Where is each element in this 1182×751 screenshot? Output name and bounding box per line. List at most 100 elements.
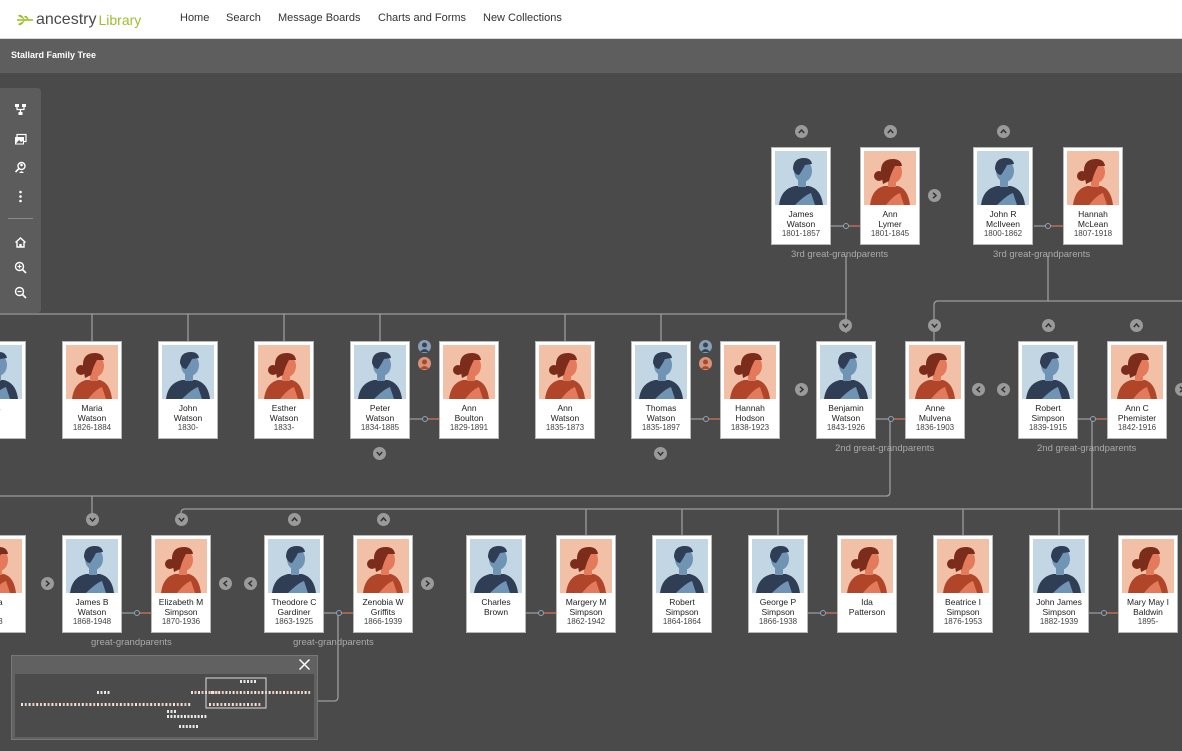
person-card-charles-brown[interactable]: Charles Brown: [466, 535, 526, 633]
person-card-james-watson-1801[interactable]: James Watson 1801-1857: [771, 147, 831, 245]
person-card-ida-patterson[interactable]: Ida Patterson: [837, 535, 897, 633]
nav-search[interactable]: Search: [226, 12, 261, 24]
tree-canvas[interactable]: James Watson 1801-1857 Ann Lymer 1801-1845 J…: [0, 73, 1182, 751]
ancestry-library-logo[interactable]: ancestry Library: [16, 10, 141, 30]
expand-up-button[interactable]: [1042, 319, 1055, 332]
expand-right-button[interactable]: [421, 577, 434, 590]
person-card-anne-mulvena[interactable]: Anne Mulvena 1836-1903: [905, 341, 965, 439]
person-card-theodore-gardiner[interactable]: Theodore C Gardiner 1863-1925: [264, 535, 324, 633]
alternate-spouse-button[interactable]: [699, 340, 712, 353]
nav-new-collections[interactable]: New Collections: [483, 12, 562, 24]
alternate-spouse-button[interactable]: [418, 357, 431, 370]
expand-down-button[interactable]: [175, 513, 188, 526]
more-options-button[interactable]: [11, 187, 29, 205]
person-card-beatrice-simpson[interactable]: Beatrice I Simpson 1876-1953: [933, 535, 993, 633]
minimap-overview: [21, 677, 311, 728]
expand-up-button[interactable]: [997, 125, 1010, 138]
expand-right-button[interactable]: [928, 189, 941, 202]
expand-down-button[interactable]: [654, 447, 667, 460]
expand-up-button[interactable]: [795, 125, 808, 138]
person-card-benjamin-watson[interactable]: Benjamin Watson 1843-1926: [816, 341, 876, 439]
chevron-up-icon: [1045, 322, 1052, 328]
generation-label-3rd: 3rd great-grandparents: [993, 249, 1091, 260]
expand-up-button[interactable]: [1130, 319, 1143, 332]
expand-right-button[interactable]: [1175, 383, 1182, 396]
chevron-down-icon: [376, 451, 383, 457]
expand-down-button[interactable]: [928, 319, 941, 332]
nav-message-boards[interactable]: Message Boards: [278, 12, 361, 24]
person-card-maria-watson[interactable]: Maria Watson 1826-1884: [62, 341, 122, 439]
nav-home[interactable]: Home: [180, 12, 209, 24]
alternate-spouse-button[interactable]: [418, 340, 431, 353]
expand-up-button[interactable]: [288, 513, 301, 526]
expand-left-button[interactable]: [972, 383, 985, 396]
zoom-out-button[interactable]: [11, 283, 29, 301]
person-card-ann-lymer[interactable]: Ann Lymer 1801-1845: [860, 147, 920, 245]
expand-left-button[interactable]: [244, 577, 257, 590]
person-card-hannah-mclean[interactable]: Hannah McLean 1807-1918: [1063, 147, 1123, 245]
home-person-button[interactable]: [11, 233, 29, 251]
person-name: James B Watson: [75, 597, 109, 617]
person-lifespan: 1864-1864: [662, 617, 702, 626]
person-card-ann-boulton[interactable]: Ann Boulton 1829-1891: [439, 341, 499, 439]
minimap-viewport-area[interactable]: [15, 674, 314, 737]
expand-right-button[interactable]: [41, 577, 54, 590]
tree-view-button[interactable]: [11, 100, 29, 118]
tree-minimap[interactable]: [11, 655, 318, 740]
person-card-elizabeth-simpson[interactable]: Elizabeth M Simpson 1870-1936: [151, 535, 211, 633]
person-card-john-watson-1830[interactable]: John Watson 1830-: [158, 341, 218, 439]
zoom-in-button[interactable]: [11, 258, 29, 276]
alternate-spouse-button[interactable]: [699, 357, 712, 370]
person-lifespan: 1826-1884: [72, 423, 112, 432]
person-lifespan: 1895-: [1137, 617, 1159, 626]
generation-label-3rd: 3rd great-grandparents: [791, 249, 889, 260]
person-card-partial-ella[interactable]: ella 873: [0, 535, 26, 633]
chevron-up-icon: [887, 128, 894, 134]
person-lifespan: 1882-1939: [1039, 617, 1079, 626]
person-card-thomas-watson[interactable]: Thomas Watson 1835-1897: [631, 341, 691, 439]
male-avatar-icon: [656, 539, 708, 593]
person-name: Theodore C Gardiner: [271, 597, 317, 617]
person-card-margery-simpson[interactable]: Margery M Simpson 1862-1942: [556, 535, 616, 633]
expand-up-button[interactable]: [377, 513, 390, 526]
person-card-zenobia-griffits[interactable]: Zenobia W Griffits 1866-1939: [353, 535, 413, 633]
tree-toolbar: [0, 88, 41, 313]
female-avatar-icon: [539, 345, 591, 399]
person-card-ann-phemister[interactable]: Ann C Phemister 1842-1916: [1107, 341, 1167, 439]
person-card-robert-simpson-1864[interactable]: Robert Simpson 1864-1864: [652, 535, 712, 633]
person-card-george-simpson[interactable]: George P Simpson 1866-1938: [748, 535, 808, 633]
person-lifespan: 2-: [0, 423, 25, 432]
person-name: Beatrice I Simpson: [945, 597, 981, 617]
person-card-partial-es[interactable]: es 2-: [0, 341, 26, 439]
person-name: John James Simpson: [1036, 597, 1082, 617]
close-icon[interactable]: [298, 658, 311, 671]
person-card-ann-watson[interactable]: Ann Watson 1835-1873: [535, 341, 595, 439]
person-lifespan: 1835-1873: [545, 423, 585, 432]
person-card-esther-watson[interactable]: Esther Watson 1833-: [254, 341, 314, 439]
expand-up-button[interactable]: [884, 125, 897, 138]
chevron-down-icon: [178, 517, 185, 523]
person-card-john-james-simpson[interactable]: John James Simpson 1882-1939: [1029, 535, 1089, 633]
nav-charts-and-forms[interactable]: Charts and Forms: [378, 12, 466, 24]
person-lifespan: 1835-1897: [641, 423, 681, 432]
gallery-button[interactable]: [11, 130, 29, 148]
person-card-peter-watson[interactable]: Peter Watson 1834-1885: [350, 341, 410, 439]
person-card-mary-baldwin[interactable]: Mary May I Baldwin 1895-: [1118, 535, 1178, 633]
tree-title[interactable]: Stallard Family Tree: [11, 50, 96, 60]
brand-sub: Library: [98, 12, 142, 28]
female-avatar-icon: [560, 539, 612, 593]
person-card-hannah-hodson[interactable]: Hannah Hodson 1838-1923: [720, 341, 780, 439]
person-name: Esther Watson: [269, 403, 299, 423]
person-card-john-mcilveen[interactable]: John R McIlveen 1800-1862: [973, 147, 1033, 245]
person-name: George P Simpson: [759, 597, 797, 617]
expand-down-button[interactable]: [839, 319, 852, 332]
person-card-james-b-watson[interactable]: James B Watson 1868-1948: [62, 535, 122, 633]
expand-down-button[interactable]: [373, 447, 386, 460]
expand-right-button[interactable]: [795, 383, 808, 396]
find-person-button[interactable]: [11, 158, 29, 176]
person-name: Maria Watson: [77, 403, 107, 423]
expand-down-button[interactable]: [86, 513, 99, 526]
person-card-robert-simpson-1839[interactable]: Robert Simpson 1839-1915: [1018, 341, 1078, 439]
expand-left-button[interactable]: [997, 383, 1010, 396]
expand-left-button[interactable]: [219, 577, 232, 590]
